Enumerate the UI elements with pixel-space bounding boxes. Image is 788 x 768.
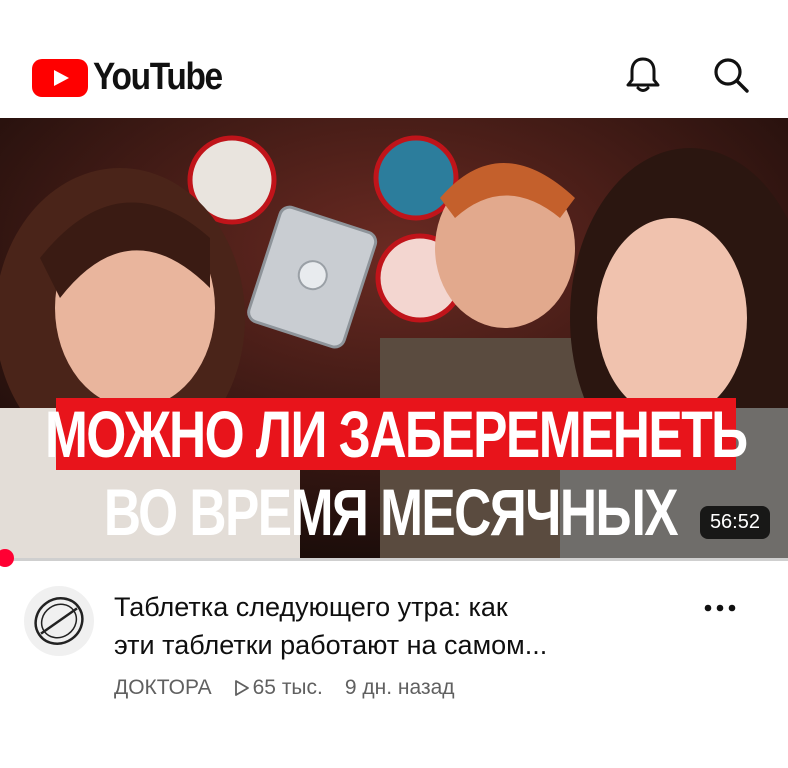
play-outline-icon <box>234 680 249 696</box>
video-duration-badge: 56:52 <box>699 506 770 539</box>
more-vert-icon[interactable] <box>700 594 740 622</box>
upload-age: 9 дн. назад <box>344 676 455 699</box>
video-title-line2: эти таблетки работают на самом... <box>114 630 548 660</box>
top-app-bar: YouTube <box>0 0 788 118</box>
video-meta: ДОКТОРА 65 тыс. 9 дн. назад <box>114 676 455 700</box>
bell-icon[interactable] <box>620 52 666 98</box>
thumbnail-headline-line1: МОЖНО ЛИ ЗАБЕРЕМЕНЕТЬ <box>45 397 748 471</box>
search-icon[interactable] <box>708 52 754 98</box>
channel-name[interactable]: ДОКТОРА <box>114 676 212 700</box>
youtube-wordmark: YouTube <box>93 56 223 98</box>
channel-avatar[interactable] <box>24 586 94 656</box>
view-count: 65 тыс. <box>234 676 323 700</box>
video-title-line1: Таблетка следующего утра: как <box>114 592 508 622</box>
video-title[interactable]: Таблетка следующего утра: как эти таблет… <box>114 588 674 664</box>
thumbnail-headline-line2: ВО ВРЕМЯ МЕСЯЧНЫХ <box>103 475 678 549</box>
youtube-logo[interactable]: YouTube <box>32 56 239 99</box>
video-thumbnail[interactable]: МОЖНО ЛИ ЗАБЕРЕМЕНЕТЬ ВО ВРЕМЯ МЕСЯЧНЫХ <box>0 118 788 558</box>
progress-track[interactable] <box>0 558 788 561</box>
progress-scrubber[interactable] <box>0 549 14 567</box>
view-count-text: 65 тыс. <box>252 676 323 699</box>
youtube-play-icon <box>32 58 88 97</box>
pill-logo-icon <box>34 597 84 645</box>
